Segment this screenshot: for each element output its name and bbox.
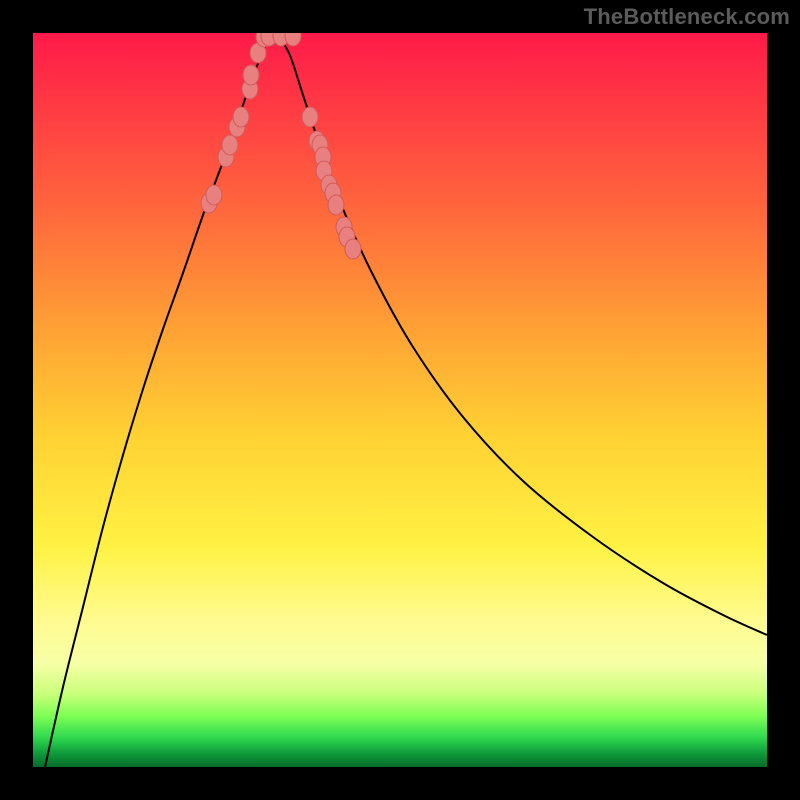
watermark-text: TheBottleneck.com: [584, 4, 790, 30]
chart-svg: [33, 33, 767, 767]
curve-left-curve: [45, 33, 275, 767]
marker-group: [201, 33, 361, 259]
data-marker: [222, 135, 238, 155]
curve-right-curve: [275, 33, 767, 635]
curve-group: [45, 33, 767, 767]
data-marker: [285, 33, 301, 46]
data-marker: [328, 195, 344, 215]
chart-frame: TheBottleneck.com: [0, 0, 800, 800]
data-marker: [233, 107, 249, 127]
data-marker: [206, 185, 222, 205]
data-marker: [345, 239, 361, 259]
data-marker: [243, 65, 259, 85]
data-marker: [302, 107, 318, 127]
plot-area: [33, 33, 767, 767]
